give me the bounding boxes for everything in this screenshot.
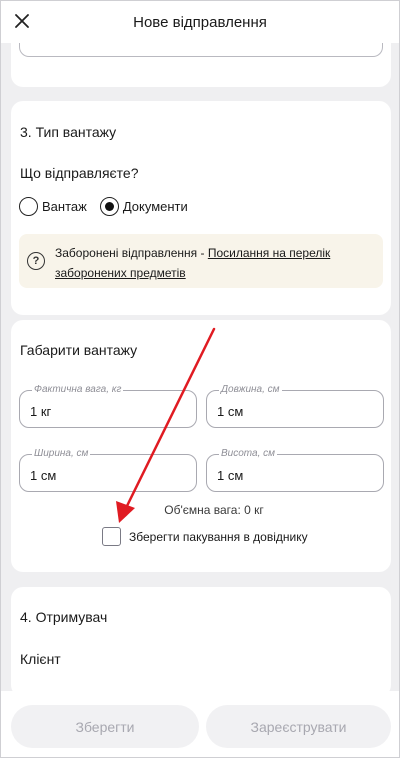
notice-label: Заборонені відправлення - [55, 246, 208, 260]
question-circle-icon: ? [27, 252, 45, 270]
notice-text: Заборонені відправлення - Посилання на п… [55, 243, 375, 283]
section-title-recipient: 4. Отримувач [20, 609, 108, 625]
weight-field[interactable]: Фактична вага, кг 1 кг [19, 384, 197, 428]
width-field[interactable]: Ширина, см 1 см [19, 448, 197, 492]
field-label: Фактична вага, кг [32, 384, 124, 395]
height-field[interactable]: Висота, см 1 см [206, 448, 384, 492]
register-button[interactable]: Зареєструвати [206, 705, 391, 748]
section-title-cargo-type: 3. Тип вантажу [20, 124, 117, 140]
client-label: Клієнт [20, 651, 61, 667]
length-field[interactable]: Довжина, см 1 см [206, 384, 384, 428]
bottom-action-bar: Зберегти Зареєструвати [1, 691, 399, 757]
radio-circle[interactable] [19, 197, 38, 216]
dimensions-card: Габарити вантажу Фактична вага, кг 1 кг … [11, 320, 391, 572]
prohibited-items-notice: ? Заборонені відправлення - Посилання на… [19, 234, 383, 288]
radio-cargo[interactable]: Вантаж [19, 197, 87, 216]
checkbox-label: Зберегти пакування в довіднику [129, 529, 308, 544]
save-packaging-option[interactable]: Зберегти пакування в довіднику [102, 527, 308, 546]
save-button[interactable]: Зберегти [11, 705, 199, 748]
field-value[interactable]: 1 см [30, 468, 56, 483]
radio-circle-selected[interactable] [99, 197, 119, 216]
page-title: Нове відправлення [133, 13, 267, 31]
radio-documents[interactable]: Документи [99, 197, 188, 216]
field-value[interactable]: 1 см [217, 404, 243, 419]
close-icon[interactable] [11, 10, 33, 32]
volume-weight-text: Об'ємна вага: 0 кг [164, 503, 264, 517]
field-label: Ширина, см [32, 448, 91, 459]
field-value[interactable]: 1 кг [30, 404, 51, 419]
cargo-type-radio-group: Вантаж Документи [19, 197, 201, 216]
recipient-card: 4. Отримувач Клієнт [11, 587, 391, 697]
top-bar: Нове відправлення [1, 1, 399, 43]
question-label: Що відправляєте? [20, 165, 139, 181]
field-value[interactable]: 1 см [217, 468, 243, 483]
radio-label: Документи [122, 199, 188, 214]
radio-label: Вантаж [42, 199, 87, 214]
section-title-dimensions: Габарити вантажу [20, 342, 138, 358]
cargo-type-card: 3. Тип вантажу Що відправляєте? Вантаж Д… [11, 101, 391, 315]
field-label: Висота, см [219, 448, 277, 459]
save-packaging-checkbox[interactable] [102, 527, 121, 546]
field-label: Довжина, см [219, 384, 282, 395]
app-frame: Нове відправлення 3. Тип вантажу Що відп… [0, 0, 400, 758]
radio-selected-dot [104, 202, 114, 211]
